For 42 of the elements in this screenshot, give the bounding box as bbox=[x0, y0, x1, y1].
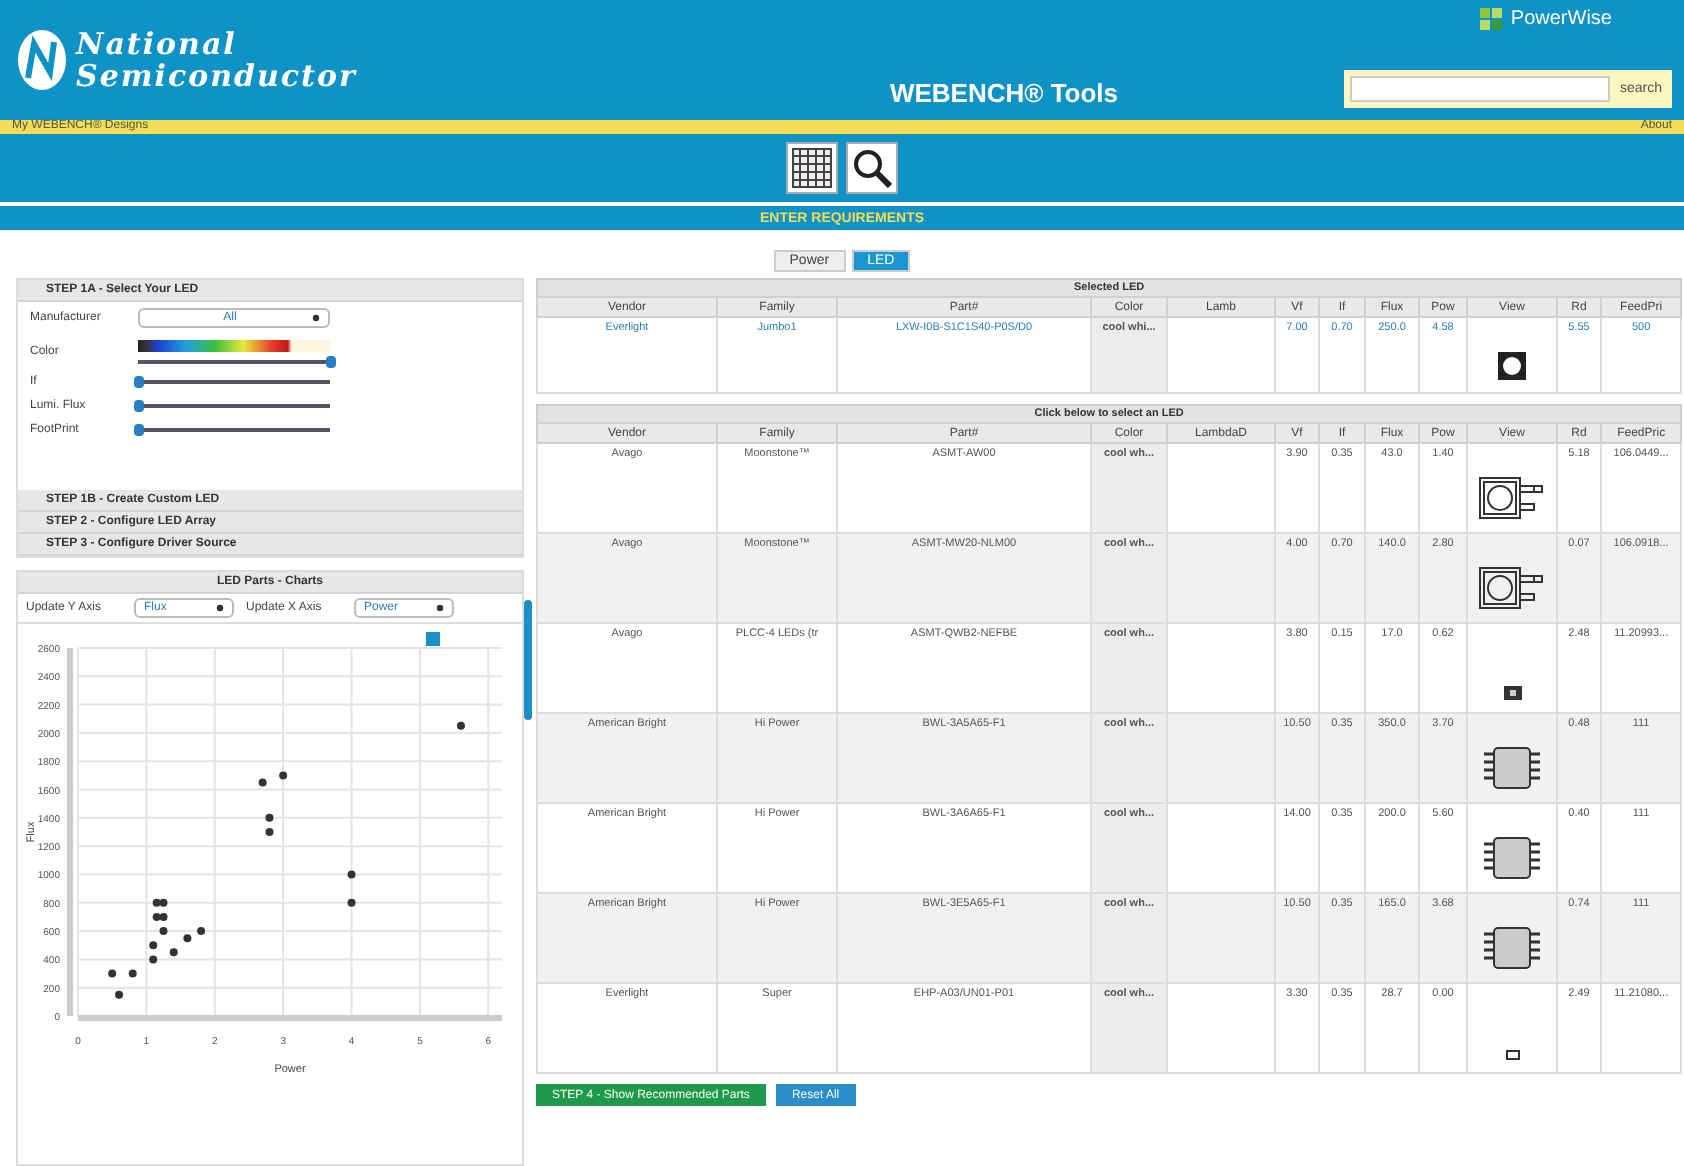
led-package-icon bbox=[1498, 352, 1526, 380]
partner-logo: PowerWise bbox=[1510, 8, 1612, 30]
chip-icon bbox=[1505, 1050, 1519, 1060]
data-point bbox=[169, 948, 178, 957]
slider-thumb[interactable] bbox=[134, 376, 144, 388]
data-point bbox=[115, 990, 124, 999]
led-package-icon bbox=[1478, 566, 1546, 610]
data-point bbox=[347, 898, 356, 907]
legend-marker bbox=[426, 632, 440, 646]
grid-icon bbox=[792, 148, 832, 188]
data-point bbox=[128, 969, 137, 978]
data-point bbox=[265, 813, 274, 822]
chip-icon bbox=[1484, 926, 1540, 970]
page-title: WEBENCH® Tools bbox=[887, 76, 1121, 112]
logo-icon bbox=[16, 28, 68, 92]
data-point bbox=[279, 771, 288, 780]
data-point bbox=[347, 870, 356, 879]
chip-icon bbox=[1503, 686, 1521, 700]
data-point bbox=[159, 927, 168, 936]
data-point bbox=[258, 778, 267, 787]
slider-thumb[interactable] bbox=[134, 400, 144, 412]
caret-icon bbox=[311, 314, 320, 322]
data-point bbox=[149, 955, 158, 964]
schematic-tool-button[interactable] bbox=[786, 142, 838, 194]
data-point bbox=[108, 969, 117, 978]
caret-icon bbox=[216, 604, 224, 612]
slider-thumb[interactable] bbox=[134, 424, 144, 436]
caret-icon bbox=[436, 604, 444, 612]
data-point bbox=[197, 927, 206, 936]
data-point bbox=[149, 941, 158, 950]
leaf-logo-icon bbox=[1480, 8, 1503, 30]
chip-icon bbox=[1484, 836, 1540, 880]
slider-thumb[interactable] bbox=[326, 356, 336, 368]
led-package-icon bbox=[1478, 476, 1546, 520]
data-point bbox=[265, 828, 274, 836]
search-tool-button[interactable] bbox=[846, 142, 898, 194]
search-icon bbox=[852, 148, 892, 188]
chip-icon bbox=[1484, 746, 1540, 790]
search-field[interactable] bbox=[1349, 76, 1610, 102]
scroll-handle[interactable] bbox=[524, 600, 532, 720]
data-point bbox=[456, 721, 465, 730]
data-point bbox=[183, 934, 192, 943]
